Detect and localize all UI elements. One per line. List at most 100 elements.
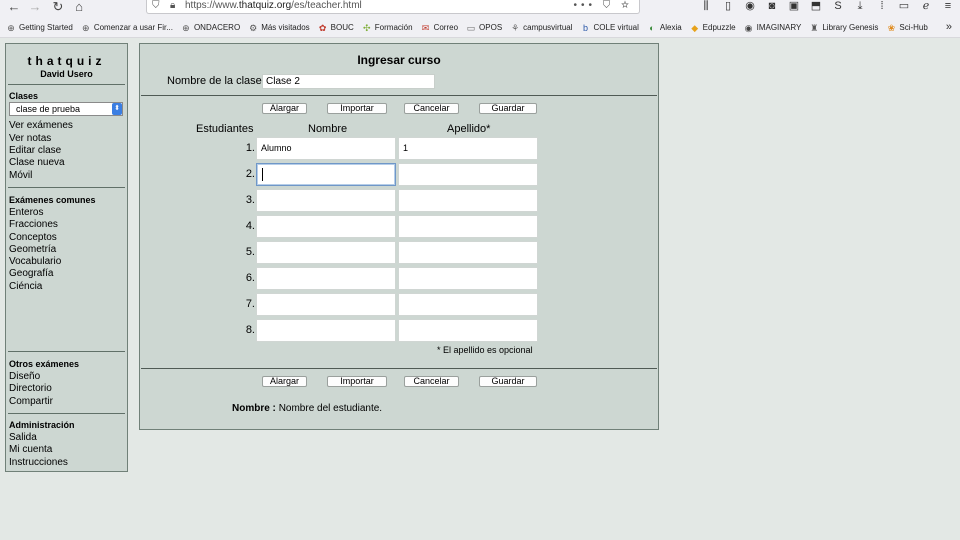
address-bar[interactable]: ⛉ 🔒︎ https://www.thatquiz.org/es/teacher… — [146, 0, 640, 14]
class-name-input[interactable] — [262, 74, 435, 89]
link-fracciones[interactable]: Fracciones — [9, 219, 58, 231]
bookmark-item[interactable]: ◐ Alexia — [647, 23, 682, 33]
importar-button-top[interactable]: Importar — [327, 103, 387, 114]
bookmark-item[interactable]: ⊕ Getting Started — [6, 23, 73, 33]
alargar-button-top[interactable]: Alargar — [262, 103, 307, 114]
bookmark-label: Más visitados — [261, 23, 310, 32]
bookmark-item[interactable]: ▭ OPOS — [466, 23, 502, 33]
site-logo[interactable]: thatquiz — [6, 54, 127, 68]
bookmark-item[interactable]: ◆ Edpuzzle — [690, 23, 736, 33]
extension-camera-icon[interactable]: ▭ — [898, 0, 910, 14]
divider — [141, 95, 657, 96]
link-vocabulario[interactable]: Vocabulario — [9, 256, 61, 268]
extension-puzzle-icon[interactable]: ⬒ — [810, 0, 822, 14]
last-name-input[interactable] — [398, 319, 538, 342]
bookmark-label: Getting Started — [19, 23, 73, 32]
link-ver-notas[interactable]: Ver notas — [9, 133, 51, 145]
extension-dots-icon[interactable]: ⁞ — [876, 0, 888, 14]
extension-lock-icon[interactable]: ◙ — [766, 0, 778, 14]
link-compartir[interactable]: Compartir — [9, 396, 53, 408]
bookmark-item[interactable]: ⊕ ONDACERO — [181, 23, 240, 33]
first-name-input[interactable] — [256, 319, 396, 342]
first-name-input[interactable] — [256, 215, 396, 238]
first-name-input[interactable] — [256, 163, 396, 186]
menu-icon[interactable]: ≡ — [942, 0, 954, 14]
download-icon[interactable]: ⤓ — [854, 0, 866, 14]
bookmark-item[interactable]: ✉ Correo — [421, 23, 458, 33]
url-text: https://www.thatquiz.org/es/teacher.html — [185, 0, 362, 12]
user-name: David Usero — [40, 69, 93, 79]
back-arrow-icon[interactable]: ← — [6, 0, 22, 16]
last-name-input[interactable] — [398, 215, 538, 238]
cancelar-button-top[interactable]: Cancelar — [404, 103, 459, 114]
guardar-button-bottom[interactable]: Guardar — [479, 376, 537, 387]
forward-arrow-icon[interactable]: → — [27, 0, 43, 16]
bookmark-item[interactable]: ⚘ campusvirtual — [510, 23, 572, 33]
first-name-input[interactable] — [256, 267, 396, 290]
link-ver-examenes[interactable]: Ver exámenes — [9, 120, 73, 132]
bookmark-item[interactable]: ❀ Sci-Hub — [886, 22, 928, 33]
class-select[interactable]: clase de prueba ⬍ — [9, 102, 123, 116]
link-movil[interactable]: Móvil — [9, 170, 32, 182]
link-ciencia[interactable]: Ciéncia — [9, 281, 42, 293]
last-name-input[interactable] — [398, 267, 538, 290]
alargar-button-bottom[interactable]: Alargar — [262, 376, 307, 387]
link-directorio[interactable]: Directorio — [9, 383, 52, 395]
cancelar-button-bottom[interactable]: Cancelar — [404, 376, 459, 387]
extension-screen-icon[interactable]: ▣ — [788, 0, 800, 14]
enroll-class-panel: Ingresar curso Nombre de la clase Alarga… — [139, 43, 659, 430]
first-name-input[interactable] — [256, 241, 396, 264]
bookmark-item[interactable]: ♜ Library Genesis — [809, 23, 878, 33]
home-icon[interactable]: ⌂ — [71, 0, 87, 16]
sidebar-icon[interactable]: ▯ — [722, 0, 734, 14]
last-name-input[interactable] — [398, 163, 538, 186]
students-column-header: Estudiantes — [196, 123, 254, 135]
link-enteros[interactable]: Enteros — [9, 207, 43, 219]
last-name-input[interactable] — [398, 189, 538, 212]
last-name-input[interactable] — [398, 293, 538, 316]
bookmark-item[interactable]: ⚙ Más visitados — [248, 23, 310, 33]
bookmark-icon: b — [583, 22, 589, 33]
link-clase-nueva[interactable]: Clase nueva — [9, 157, 65, 169]
reload-icon[interactable]: ↻ — [50, 0, 66, 16]
bookmark-item[interactable]: b COLE virtual — [581, 23, 639, 33]
bookmarks-bar: ⊕ Getting Started ⊕ Comenzar a usar Fir... ⊕… — [0, 18, 960, 38]
bookmark-icon: ❀ — [887, 22, 896, 33]
link-instrucciones[interactable]: Instrucciones — [9, 457, 68, 469]
link-mi-cuenta[interactable]: Mi cuenta — [9, 444, 52, 456]
bookmark-icon: ⊕ — [7, 22, 15, 33]
link-geografia[interactable]: Geografía — [9, 268, 53, 280]
bookmark-item[interactable]: ✿ BOUC — [318, 23, 354, 33]
bookmark-label: Edpuzzle — [702, 23, 736, 32]
url-actions[interactable]: ••• ⛉ ☆ — [573, 0, 633, 12]
bookmark-label: Library Genesis — [822, 23, 879, 32]
lock-icon[interactable]: 🔒︎ — [170, 0, 175, 12]
link-editar-clase[interactable]: Editar clase — [9, 145, 61, 157]
bookmarks-overflow-icon[interactable]: » — [946, 21, 952, 33]
bookmark-item[interactable]: ◉ IMAGINARY — [744, 23, 802, 33]
first-name-input[interactable] — [256, 189, 396, 212]
link-conceptos[interactable]: Conceptos — [9, 232, 57, 244]
guardar-button-top[interactable]: Guardar — [479, 103, 537, 114]
library-icon[interactable]: ⫼ — [700, 0, 712, 14]
footer-text: Nombre del estudiante. — [278, 403, 383, 414]
extension-s-icon[interactable]: S — [832, 0, 844, 14]
bookmark-item[interactable]: ✣ Formación — [362, 23, 413, 33]
first-name-input[interactable] — [256, 293, 396, 316]
last-name-input[interactable]: 1 — [398, 137, 538, 160]
shield-icon[interactable]: ⛉ — [152, 0, 160, 12]
toolbar-right-icons: ⫼ ▯ ◉ ◙ ▣ ⬒ S ⤓ ⁞ ▭ ℯ ≡ — [700, 0, 954, 14]
importar-button-bottom[interactable]: Importar — [327, 376, 387, 387]
extension-edge-icon[interactable]: ℯ — [920, 0, 932, 14]
bookmark-label: COLE virtual — [593, 23, 639, 32]
last-name-column-header: Apellido* — [447, 123, 491, 135]
bookmark-item[interactable]: ⊕ Comenzar a usar Fir... — [81, 23, 173, 33]
first-name-input[interactable]: Alumno — [256, 137, 396, 160]
link-salida[interactable]: Salida — [9, 432, 37, 444]
link-diseno[interactable]: Diseño — [9, 371, 40, 383]
select-arrows-icon[interactable]: ⬍ — [112, 103, 122, 115]
last-name-input[interactable] — [398, 241, 538, 264]
record-icon[interactable]: ◉ — [744, 0, 756, 14]
bookmark-label: campusvirtual — [523, 23, 573, 32]
link-geometria[interactable]: Geometría — [9, 244, 56, 256]
